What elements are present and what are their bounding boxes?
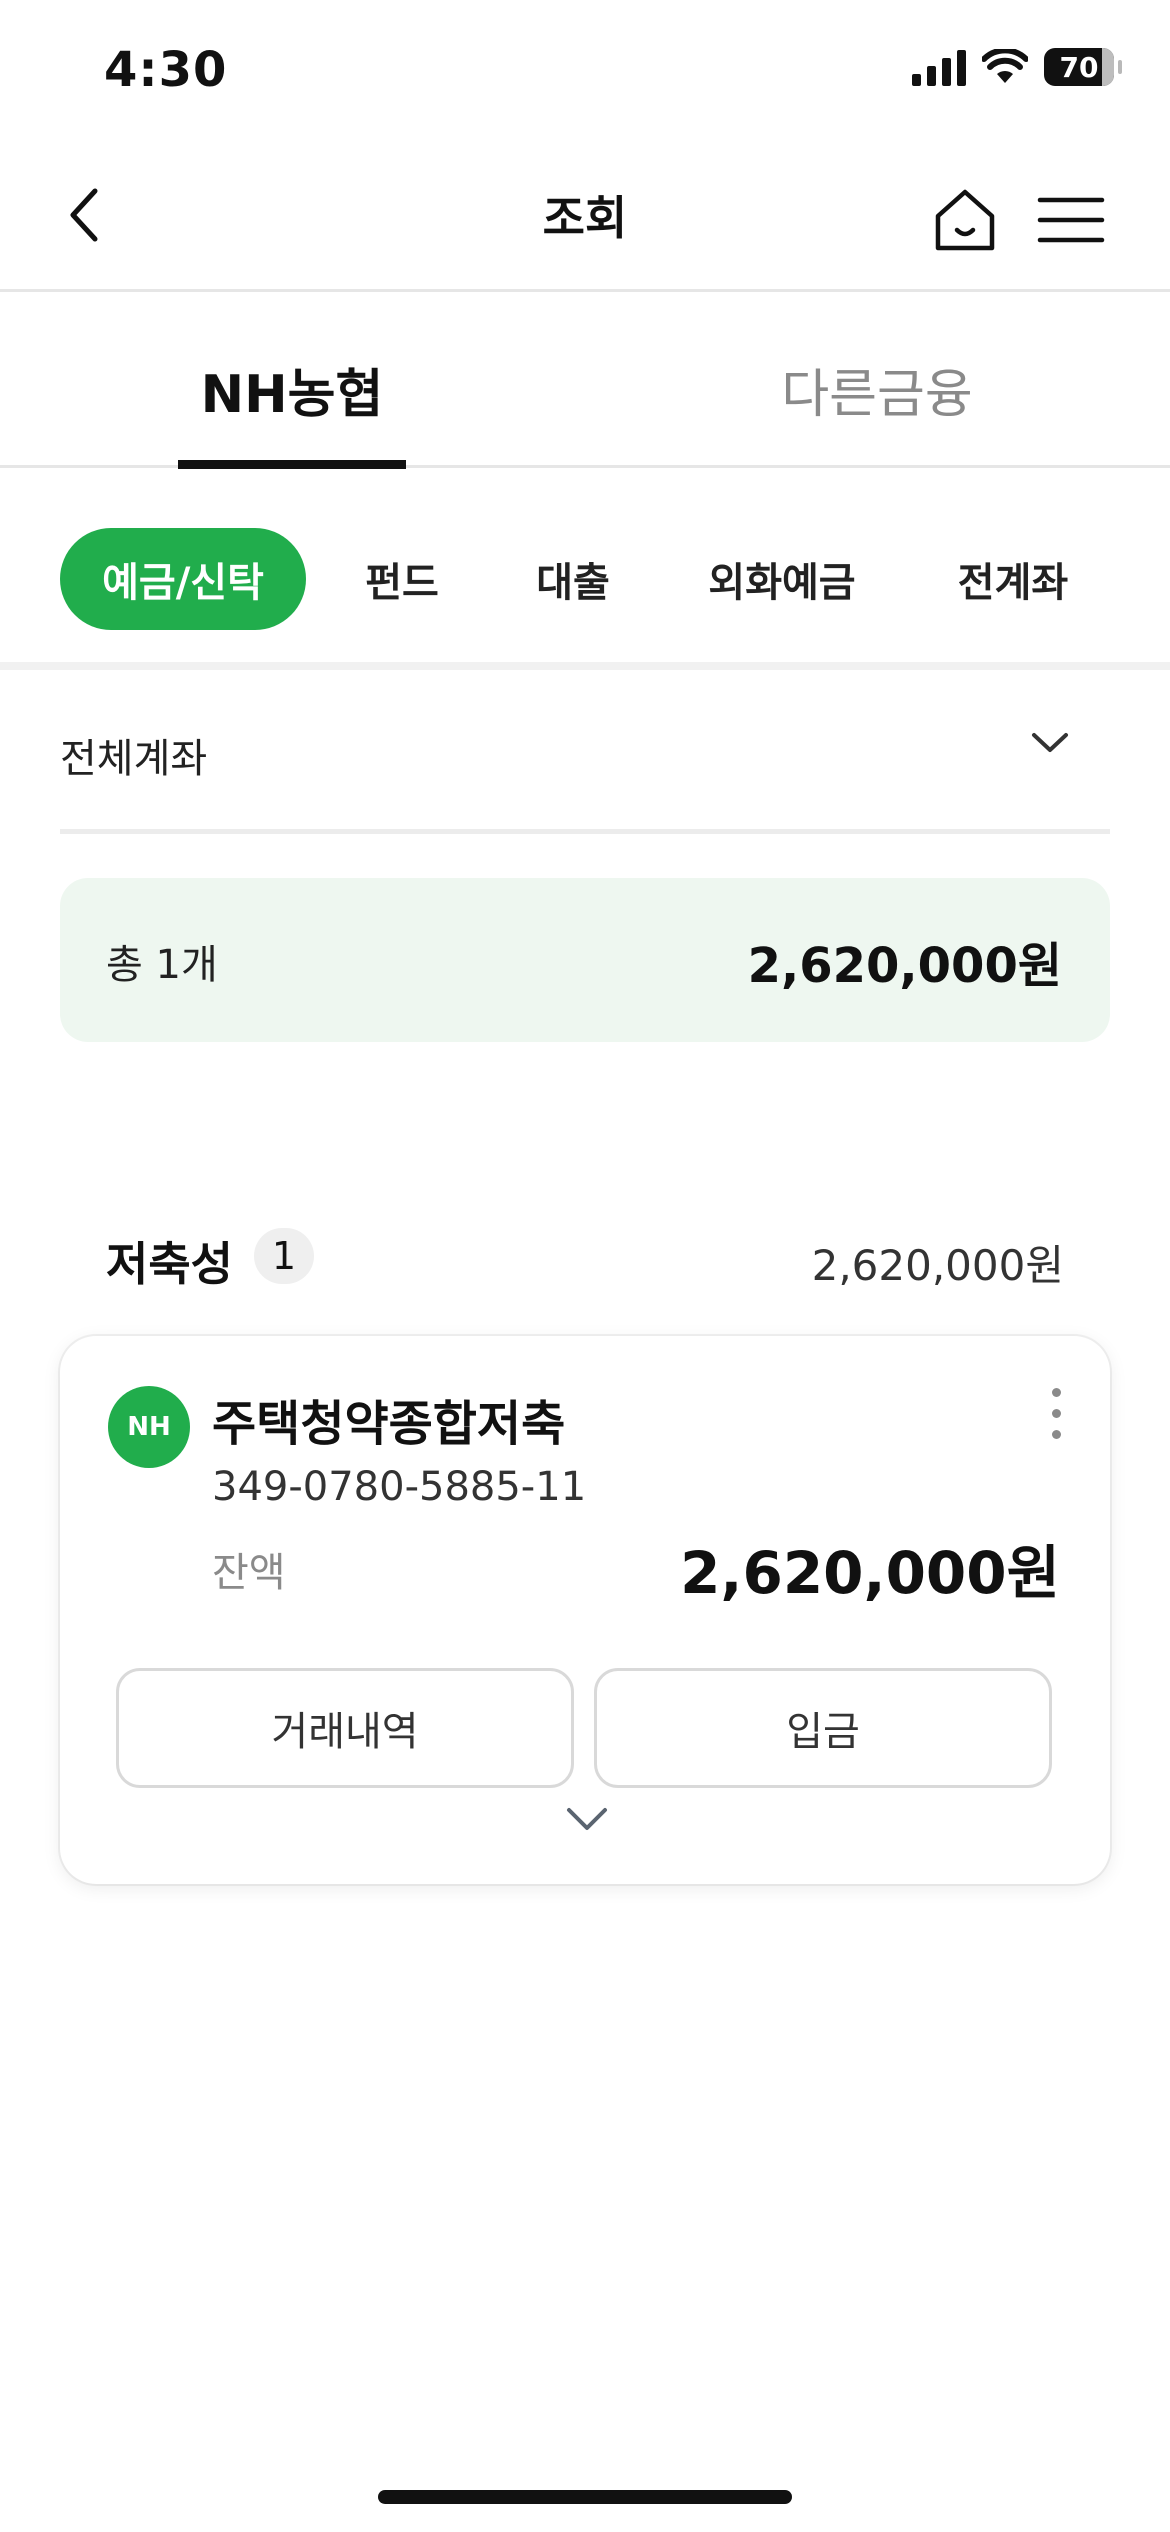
home-icon (935, 189, 995, 251)
chip-deposit-trust[interactable]: 예금/신탁 (60, 528, 306, 630)
wifi-icon (982, 49, 1028, 83)
total-summary: 총 1개 2,620,000원 (60, 878, 1110, 1042)
tab-other-finance[interactable]: 다른금융 (584, 352, 1170, 427)
hamburger-menu-icon (1037, 197, 1105, 243)
battery-icon: 70 (1044, 48, 1122, 86)
more-options-button[interactable] (1036, 1388, 1076, 1448)
deposit-button[interactable]: 입금 (594, 1668, 1052, 1788)
account-filter-dropdown[interactable]: 전체계좌 (60, 678, 1110, 834)
section-header-savings: 저축성 1 2,620,000원 (106, 1220, 1064, 1300)
active-tab-indicator (178, 460, 406, 469)
tab-nh-label: NH농협 (200, 365, 384, 425)
category-chips: 예금/신탁 펀드 대출 외화예금 전계좌 (0, 470, 1170, 670)
summary-count: 총 1개 (106, 942, 218, 988)
tab-other-finance-label: 다른금융 (781, 365, 973, 425)
top-tabs: NH농협 다른금융 (0, 292, 1170, 469)
nh-logo: NH (108, 1386, 190, 1468)
battery-remaining (1102, 48, 1114, 86)
home-indicator[interactable] (378, 2490, 792, 2504)
tab-nh[interactable]: NH농협 (0, 352, 584, 427)
account-name: 주택청약종합저축 (212, 1396, 566, 1452)
header-bar: 조회 (0, 140, 1170, 292)
account-number: 349-0780-5885-11 (212, 1464, 587, 1510)
chip-foreign-deposit[interactable]: 외화예금 (690, 528, 874, 630)
section-count-badge: 1 (254, 1228, 314, 1284)
cellular-signal-icon (912, 48, 966, 86)
battery-level: 70 (1059, 50, 1099, 84)
account-card[interactable]: NH 주택청약종합저축 349-0780-5885-11 잔액 2,620,00… (60, 1336, 1110, 1884)
transaction-history-button[interactable]: 거래내역 (116, 1668, 574, 1788)
chip-fund[interactable]: 펀드 (336, 528, 468, 630)
balance-label: 잔액 (212, 1550, 286, 1596)
section-title: 저축성 (106, 1237, 233, 1291)
summary-total-amount: 2,620,000원 (747, 938, 1062, 994)
home-button[interactable] (930, 186, 1000, 256)
chip-loan[interactable]: 대출 (508, 528, 638, 630)
expand-card-button[interactable] (565, 1804, 609, 1834)
status-icons: 70 (912, 48, 1122, 86)
chip-all-accounts[interactable]: 전계좌 (938, 528, 1088, 630)
section-amount: 2,620,000원 (811, 1241, 1064, 1290)
filter-selected-value: 전체계좌 (60, 736, 208, 782)
balance-value: 2,620,000원 (680, 1539, 1060, 1607)
status-time: 4:30 (104, 42, 228, 98)
status-bar: 4:30 70 (0, 0, 1170, 140)
chevron-down-icon (567, 1808, 607, 1830)
kebab-menu-icon (1036, 1388, 1076, 1439)
menu-button[interactable] (1036, 190, 1106, 250)
chevron-down-icon (1030, 730, 1070, 760)
